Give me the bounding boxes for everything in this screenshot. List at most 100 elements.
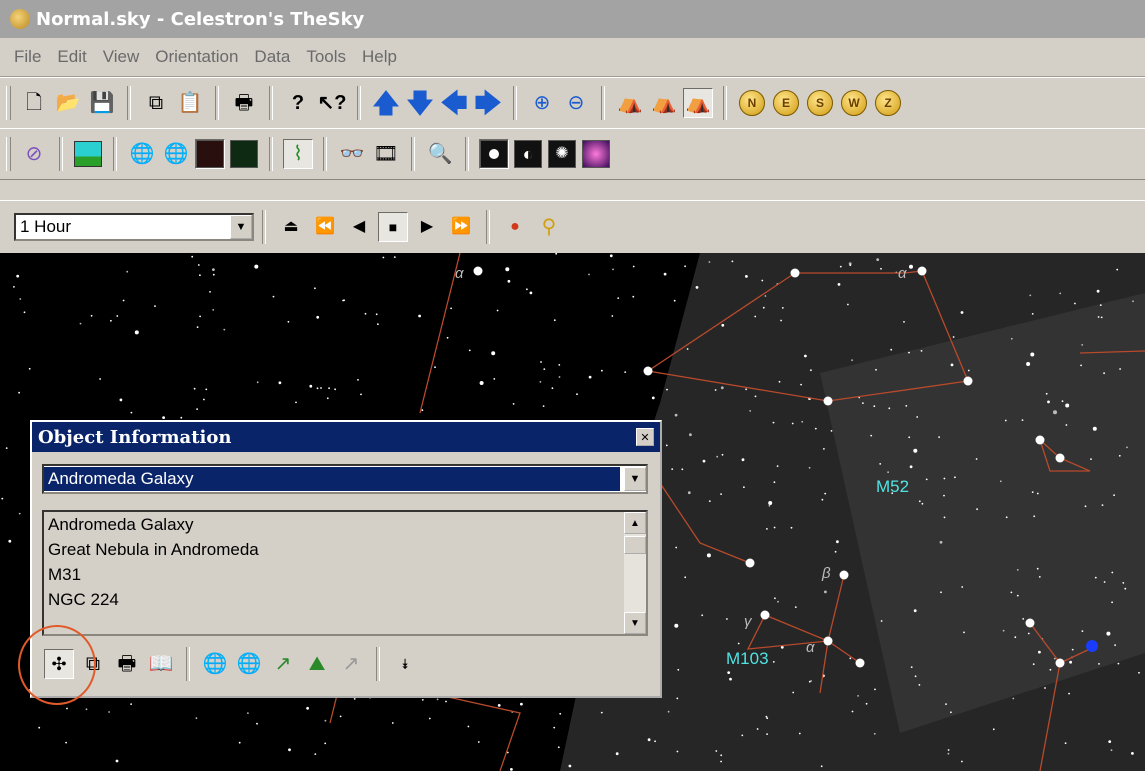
west-icon[interactable]: W	[839, 88, 869, 118]
toolbar-grip[interactable]	[6, 137, 11, 171]
star	[914, 675, 917, 678]
bright-star[interactable]	[839, 570, 849, 580]
star	[1016, 569, 1019, 571]
find-object-icon[interactable]: 🔍	[425, 139, 455, 169]
planet-marker[interactable]	[1086, 640, 1098, 652]
rewind-icon[interactable]: ⏪	[310, 212, 340, 242]
zenith-icon[interactable]: Z	[873, 88, 903, 118]
equatorial-grid-icon[interactable]: 🌐	[127, 139, 157, 169]
star	[804, 354, 807, 358]
constellation-figures-icon[interactable]	[229, 139, 259, 169]
copy-icon[interactable]: ⧉	[141, 88, 171, 118]
bright-star[interactable]	[855, 658, 865, 668]
bright-star[interactable]	[1055, 453, 1065, 463]
print-icon[interactable]: 🖶	[112, 649, 142, 679]
paste-icon[interactable]: 📋	[175, 88, 205, 118]
horizon-grid-icon[interactable]: 🌐	[161, 139, 191, 169]
star	[810, 680, 812, 682]
moon-phase-icon[interactable]: ◐	[513, 139, 543, 169]
stop-icon[interactable]: ■	[378, 212, 408, 242]
north-icon[interactable]: N	[737, 88, 767, 118]
eject-icon[interactable]: ⏏	[276, 212, 306, 242]
open-folder-icon[interactable]: 📂	[53, 88, 83, 118]
context-help-icon[interactable]: ↖?	[317, 88, 347, 118]
menu-view[interactable]: View	[103, 47, 140, 67]
equatorial-grid-icon[interactable]: 🌐	[200, 649, 230, 679]
help-icon[interactable]: ?	[283, 88, 313, 118]
new-file-icon[interactable]: 🗋	[19, 88, 49, 118]
nebula-image-icon[interactable]	[581, 139, 611, 169]
book-icon[interactable]: 📖	[146, 649, 176, 679]
menu-help[interactable]: Help	[362, 47, 397, 67]
path-icon[interactable]: ↗	[268, 649, 298, 679]
constellation-boundaries-icon[interactable]	[195, 139, 225, 169]
scroll-down-icon[interactable]: ▼	[624, 612, 646, 634]
close-icon[interactable]: ✕	[636, 428, 654, 446]
south-icon[interactable]: S	[805, 88, 835, 118]
star-dot-icon[interactable]	[479, 139, 509, 169]
binoculars-icon[interactable]: 👓	[337, 139, 367, 169]
bright-star[interactable]	[760, 610, 770, 620]
arrow-right-icon[interactable]: 🡆	[473, 88, 503, 118]
bright-star[interactable]	[790, 268, 800, 278]
zoom-out-icon[interactable]: ⊖	[561, 88, 591, 118]
star	[1111, 601, 1113, 604]
bright-star[interactable]	[643, 366, 653, 376]
landscape-icon[interactable]	[73, 139, 103, 169]
scroll-thumb[interactable]	[624, 536, 646, 554]
bright-star[interactable]	[1055, 658, 1065, 668]
pole-view-icon[interactable]: ⛺	[649, 88, 679, 118]
step-back-icon[interactable]: ◀	[344, 212, 374, 242]
chevron-down-icon[interactable]: ▼	[230, 215, 252, 239]
bright-star[interactable]	[823, 636, 833, 646]
menu-data[interactable]: Data	[254, 47, 290, 67]
bright-star[interactable]	[917, 266, 927, 276]
star-cluster-icon[interactable]: ✺	[547, 139, 577, 169]
object-select[interactable]: Andromeda Galaxy ▼	[42, 464, 648, 494]
zenith-view-icon[interactable]: ⛺	[683, 88, 713, 118]
horizon-view-icon[interactable]: ⛺	[615, 88, 645, 118]
m103-label[interactable]: M103	[726, 649, 769, 669]
save-icon[interactable]: 💾	[87, 88, 117, 118]
orbit-icon[interactable]: ⊘	[19, 139, 49, 169]
star	[918, 684, 921, 686]
arrow-down-icon[interactable]: 🡇	[405, 88, 435, 118]
arrow-up-icon[interactable]: 🡅	[371, 88, 401, 118]
object-names-list[interactable]: Andromeda Galaxy Great Nebula in Androme…	[42, 510, 648, 636]
m52-label[interactable]: M52	[876, 477, 909, 497]
film-icon[interactable]: 🎞	[371, 139, 401, 169]
fast-forward-icon[interactable]: ⏩	[446, 212, 476, 242]
bright-star[interactable]	[963, 376, 973, 386]
print-icon[interactable]: 🖶	[229, 88, 259, 118]
scroll-up-icon[interactable]: ▲	[624, 512, 646, 534]
star	[436, 698, 439, 701]
expand-down-icon[interactable]: ⯯	[390, 649, 420, 679]
east-icon[interactable]: E	[771, 88, 801, 118]
ecliptic-icon[interactable]: ⌇	[283, 139, 313, 169]
time-step-select[interactable]: 1 Hour ▼	[14, 213, 254, 241]
toolbar-grip[interactable]	[6, 86, 11, 120]
star	[1094, 576, 1097, 579]
slew-icon[interactable]: ↗	[336, 649, 366, 679]
bright-star[interactable]	[1035, 435, 1045, 445]
bright-star[interactable]	[473, 266, 483, 276]
menu-edit[interactable]: Edit	[57, 47, 86, 67]
separator	[113, 137, 117, 171]
bright-star[interactable]	[745, 558, 755, 568]
zoom-in-icon[interactable]: ⊕	[527, 88, 557, 118]
menu-file[interactable]: File	[14, 47, 41, 67]
arrow-left-icon[interactable]: 🡄	[439, 88, 469, 118]
scrollbar[interactable]: ▲ ▼	[624, 512, 646, 634]
step-forward-icon[interactable]: ▶	[412, 212, 442, 242]
menu-tools[interactable]: Tools	[306, 47, 346, 67]
chevron-down-icon[interactable]: ▼	[624, 467, 646, 491]
bright-star[interactable]	[1025, 618, 1035, 628]
landscape-icon[interactable]: ⛰	[302, 649, 332, 679]
panel-title-bar[interactable]: Object Information ✕	[32, 422, 660, 452]
horizon-grid-icon[interactable]: 🌐	[234, 649, 264, 679]
star	[890, 348, 893, 351]
telescope-icon[interactable]: ⚲	[534, 212, 564, 242]
bright-star[interactable]	[823, 396, 833, 406]
record-icon[interactable]: ●	[500, 212, 530, 242]
menu-orientation[interactable]: Orientation	[155, 47, 238, 67]
